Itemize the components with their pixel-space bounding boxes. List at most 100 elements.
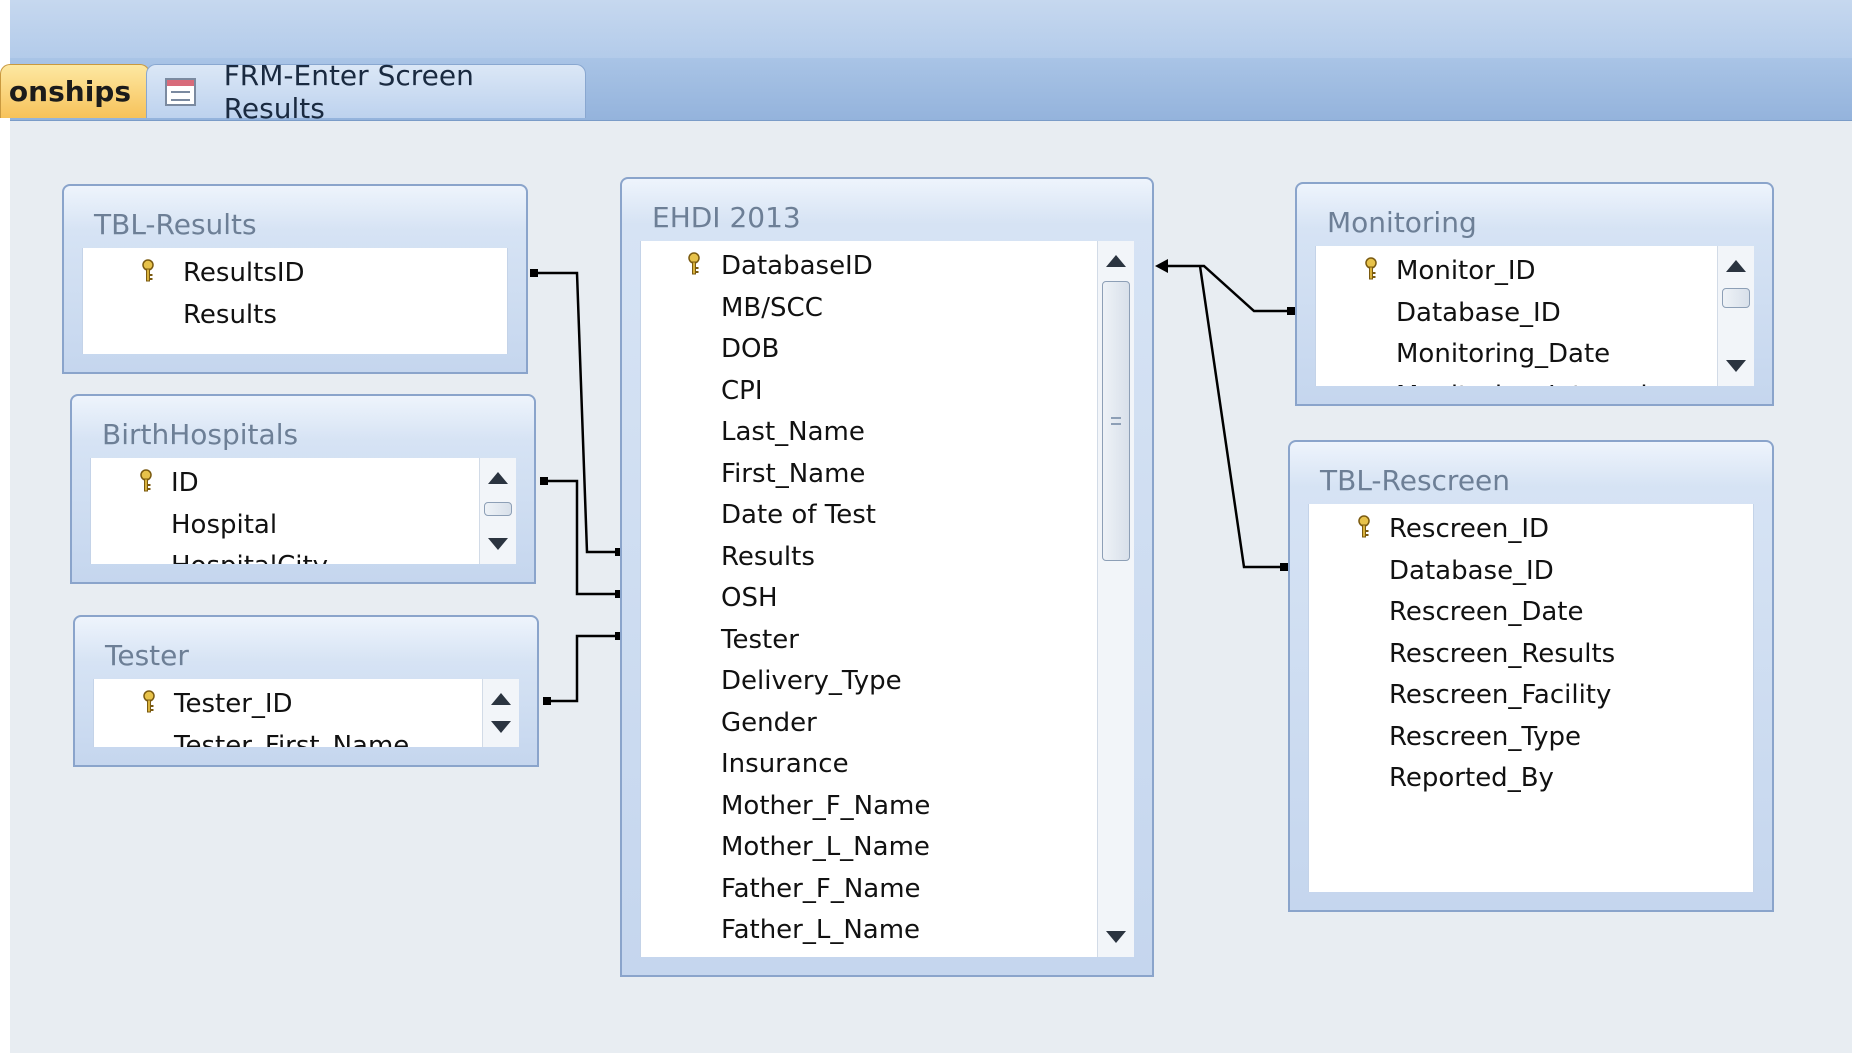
table-tbl-results[interactable]: TBL-Results ResultsID Results	[62, 184, 528, 374]
field-row[interactable]: Rescreen_ID	[1309, 508, 1753, 550]
field-row[interactable]: ResultsID	[83, 252, 507, 294]
field-name: Date of Test	[721, 500, 876, 530]
scroll-thumb[interactable]	[1102, 281, 1130, 561]
field-row[interactable]: Monitoring_Interval	[1316, 375, 1717, 387]
field-row[interactable]: ID	[91, 462, 479, 504]
field-name: Father_L_Name	[721, 915, 921, 945]
field-row[interactable]: Gender	[641, 702, 1097, 744]
field-row[interactable]: Tester	[641, 619, 1097, 661]
primary-key-icon	[1365, 257, 1377, 280]
field-name: Hospital	[171, 509, 278, 540]
field-name: ResultsID	[183, 258, 305, 288]
scroll-up-icon[interactable]	[488, 472, 508, 484]
field-list: Rescreen_ID Database_ID Rescreen_Date Rescr…	[1308, 504, 1754, 892]
field-row[interactable]: Rescreen_Facility	[1309, 674, 1753, 716]
table-title[interactable]: BirthHospitals	[102, 418, 298, 451]
field-row[interactable]: HospitalCity	[91, 545, 479, 564]
field-row[interactable]: Rescreen_Type	[1309, 716, 1753, 758]
field-row[interactable]: Rescreen_Results	[1309, 633, 1753, 675]
field-name: Database_ID	[1396, 297, 1561, 328]
field-row[interactable]: First_Name	[641, 453, 1097, 495]
field-name: Results	[183, 299, 277, 330]
scroll-up-icon[interactable]	[1106, 255, 1126, 267]
table-ehdi[interactable]: EHDI 2013 DatabaseID MB/SCC DOB CPI Last_Name…	[620, 177, 1154, 977]
field-name: HospitalCity	[171, 545, 328, 564]
field-row[interactable]: Insurance	[641, 743, 1097, 785]
scroll-down-icon[interactable]	[1106, 931, 1126, 943]
field-name: Database_ID	[1389, 555, 1554, 586]
scroll-thumb[interactable]	[1722, 288, 1750, 308]
field-row[interactable]: Delivery_Type	[641, 660, 1097, 702]
field-row[interactable]: Mother_L_Name	[641, 826, 1097, 868]
field-name: Rescreen_Results	[1389, 638, 1616, 669]
field-name: Rescreen_Type	[1389, 721, 1582, 752]
vertical-scrollbar[interactable]	[482, 679, 519, 747]
field-row[interactable]: Date of Test	[641, 494, 1097, 536]
field-name: First_Name	[721, 458, 866, 489]
field-name: Rescreen_ID	[1389, 514, 1550, 544]
vertical-scrollbar[interactable]	[1097, 241, 1134, 957]
field-row[interactable]: Monitor_ID	[1316, 250, 1717, 292]
field-row[interactable]: Last_Name	[641, 411, 1097, 453]
table-tbl-rescreen[interactable]: TBL-Rescreen Rescreen_ID Database_ID Rescre…	[1288, 440, 1774, 912]
field-row[interactable]: DOB	[641, 328, 1097, 370]
table-title[interactable]: Monitoring	[1327, 206, 1477, 239]
field-name: DatabaseID	[721, 251, 873, 281]
rel-line-results	[530, 271, 621, 554]
table-monitoring[interactable]: Monitoring Monitor_ID Database_ID Monitorin…	[1295, 182, 1774, 406]
field-name: Tester_ID	[174, 689, 293, 719]
field-name: Gender	[721, 707, 817, 738]
rel-line-tester	[543, 634, 621, 703]
field-list: DatabaseID MB/SCC DOB CPI Last_Name First_Nam…	[640, 241, 1098, 957]
table-birth-hospitals[interactable]: BirthHospitals ID Hospital HospitalCity	[70, 394, 536, 584]
scroll-thumb[interactable]	[484, 502, 512, 516]
rel-line-monitoring	[1167, 264, 1287, 313]
field-row[interactable]: Database_ID	[1316, 292, 1717, 334]
field-row[interactable]: Monitoring_Date	[1316, 333, 1717, 375]
field-row[interactable]: Father_F_Name	[641, 868, 1097, 910]
field-name: Insurance	[721, 749, 849, 779]
field-row[interactable]: MB/SCC	[641, 287, 1097, 329]
field-row[interactable]: Tester_ID	[94, 683, 482, 725]
field-name: OSH	[721, 583, 778, 613]
table-title[interactable]: TBL-Rescreen	[1320, 464, 1510, 497]
scroll-down-icon[interactable]	[1726, 360, 1746, 372]
field-row[interactable]: Tester_First_Name	[94, 725, 482, 748]
scroll-up-icon[interactable]	[491, 693, 511, 705]
field-name: Monitor_ID	[1396, 256, 1536, 286]
table-title[interactable]: Tester	[105, 639, 189, 672]
primary-key-icon	[140, 469, 152, 492]
field-name: Mother_L_Name	[721, 832, 930, 862]
table-tester[interactable]: Tester Tester_ID Tester_First_Name	[73, 615, 539, 767]
vertical-scrollbar[interactable]	[1717, 246, 1754, 386]
table-title[interactable]: TBL-Results	[94, 208, 257, 241]
vertical-scrollbar[interactable]	[479, 458, 516, 564]
field-name: Reported_By	[1389, 763, 1554, 793]
field-name: ID	[171, 468, 199, 498]
scroll-up-icon[interactable]	[1726, 260, 1746, 272]
field-name: Rescreen_Date	[1389, 597, 1584, 627]
primary-key-icon	[688, 252, 700, 275]
field-row[interactable]: Hospital	[91, 504, 479, 546]
field-list: ID Hospital HospitalCity	[90, 458, 480, 564]
field-list: ResultsID Results	[82, 248, 508, 354]
field-row[interactable]: Rescreen_Date	[1309, 591, 1753, 633]
primary-key-icon	[142, 259, 154, 282]
field-name: Rescreen_Facility	[1389, 680, 1612, 710]
field-row[interactable]: Father_L_Name	[641, 909, 1097, 951]
field-row[interactable]: Results	[83, 294, 507, 336]
field-row[interactable]: OSH	[641, 577, 1097, 619]
scroll-down-icon[interactable]	[491, 721, 511, 733]
field-row[interactable]: Database_ID	[1309, 550, 1753, 592]
field-row[interactable]: Mother_F_Name	[641, 785, 1097, 827]
field-name: Tester_First_Name	[174, 730, 410, 748]
scroll-down-icon[interactable]	[488, 538, 508, 550]
field-row[interactable]: Results	[641, 536, 1097, 578]
field-name: DOB	[721, 334, 780, 364]
rel-arrow	[1155, 259, 1168, 273]
field-row[interactable]: CPI	[641, 370, 1097, 412]
table-title[interactable]: EHDI 2013	[652, 201, 801, 234]
field-row[interactable]: Reported_By	[1309, 757, 1753, 799]
field-name: Last_Name	[721, 417, 865, 447]
field-row[interactable]: DatabaseID	[641, 245, 1097, 287]
